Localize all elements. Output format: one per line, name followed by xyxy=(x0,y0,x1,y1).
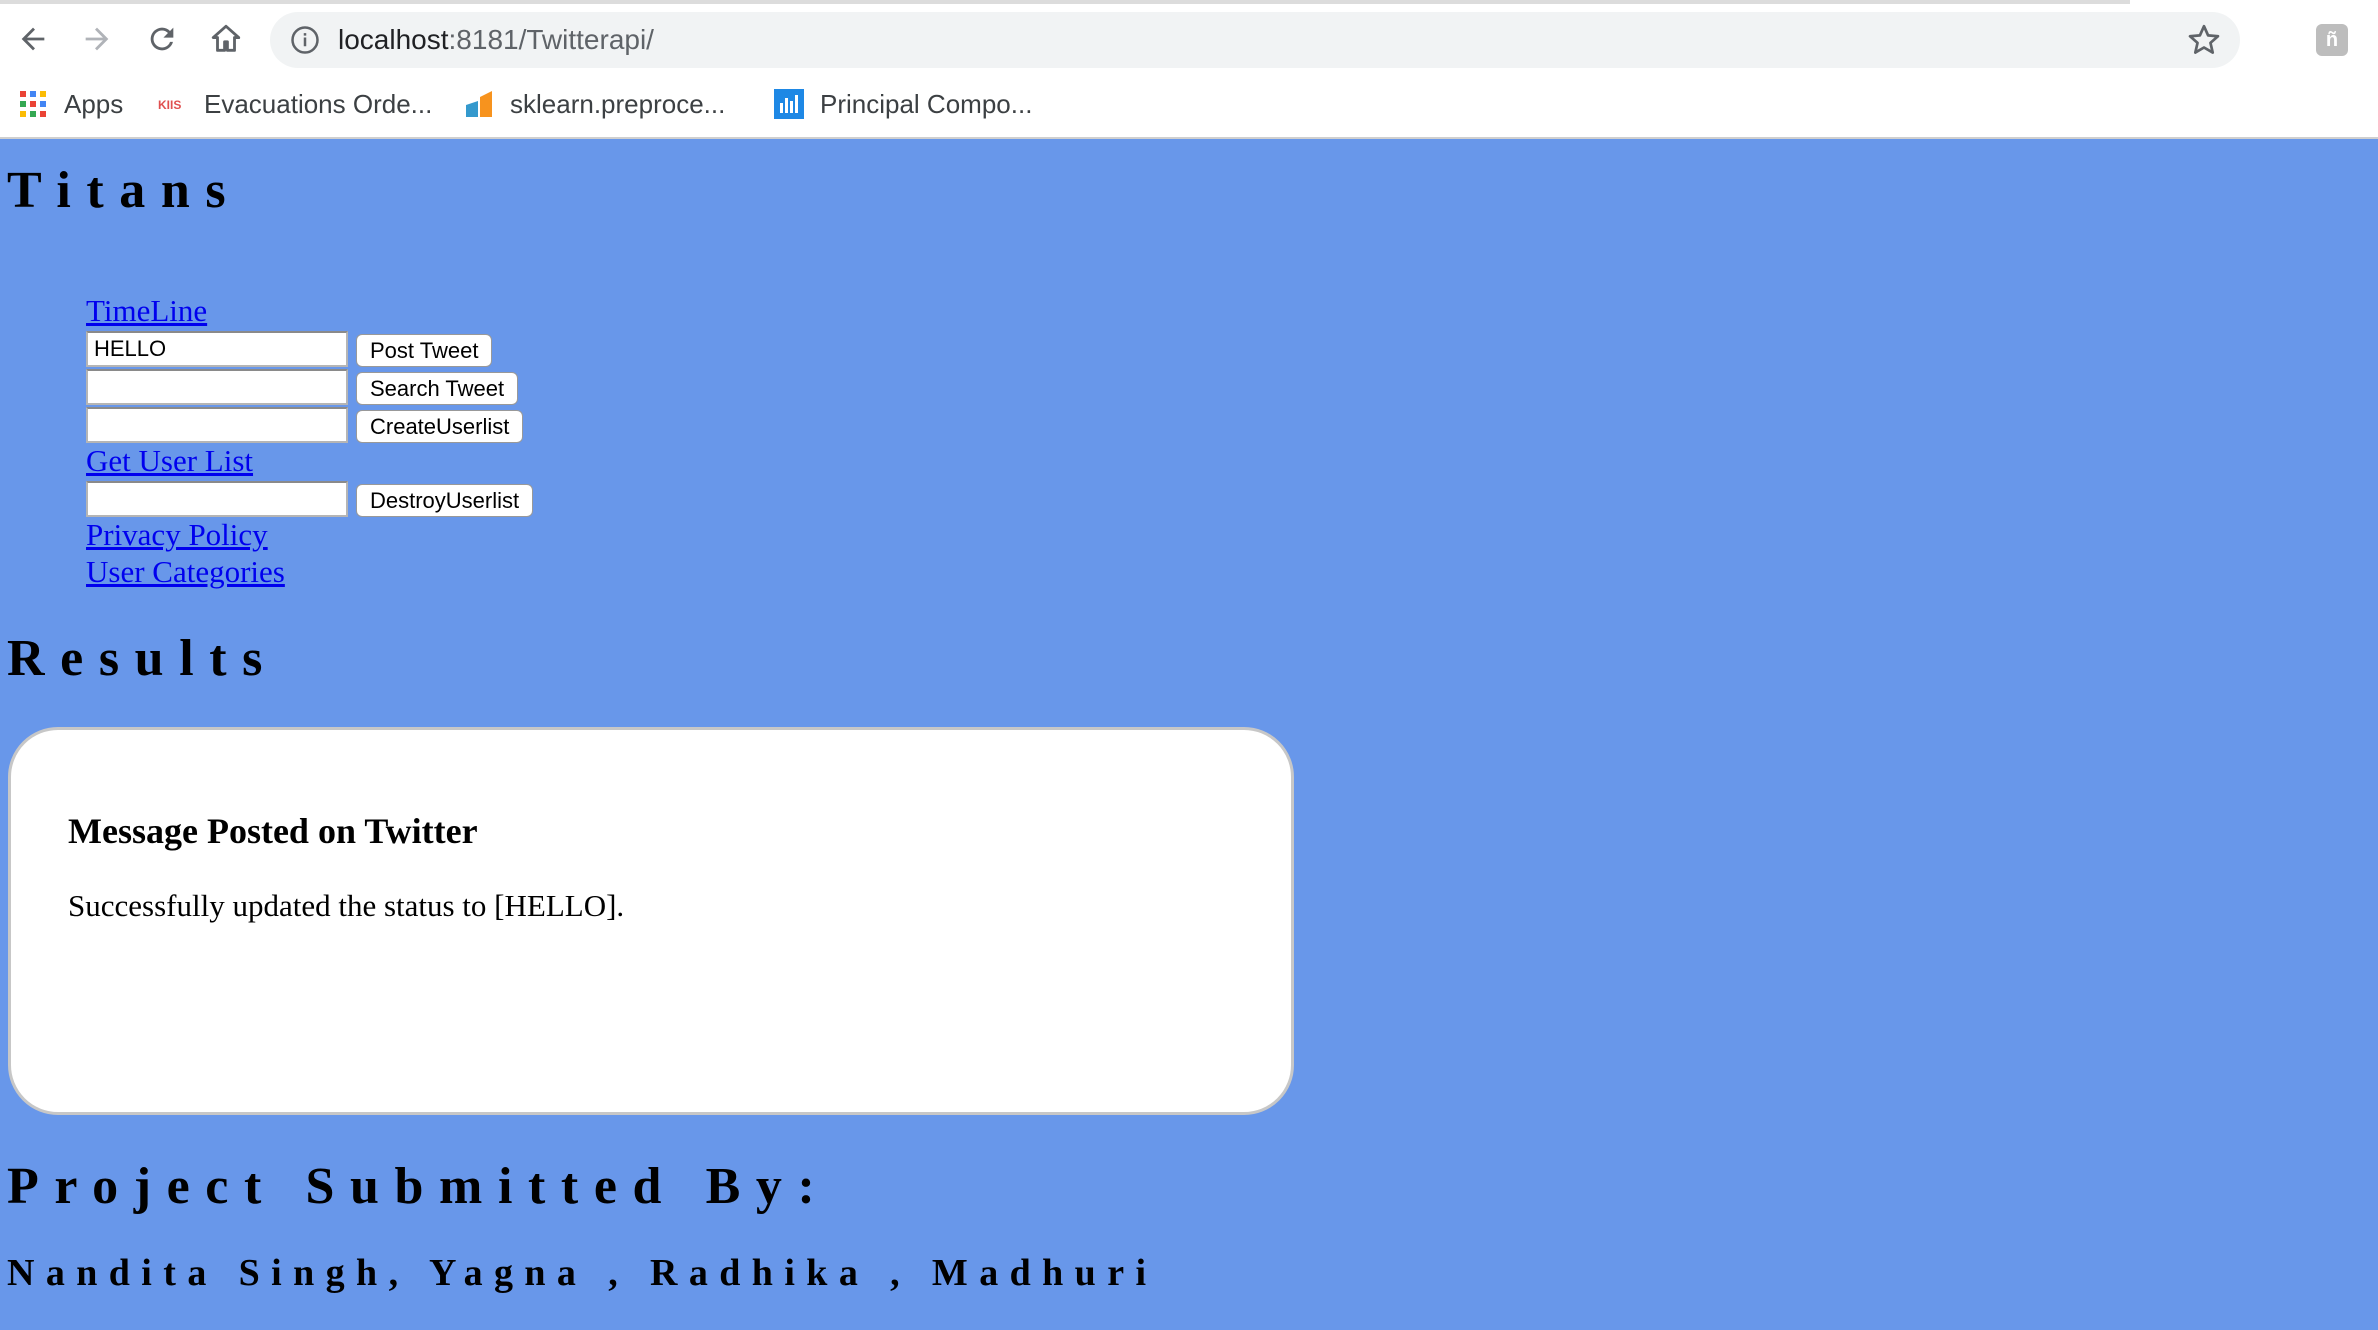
site-title: Titans xyxy=(7,162,242,219)
results-heading: Results xyxy=(7,630,278,687)
privacy-policy-link[interactable]: Privacy Policy xyxy=(86,517,268,553)
bookmark-label: Principal Compo... xyxy=(820,88,1033,119)
destroy-userlist-button[interactable]: DestroyUserlist xyxy=(356,484,534,517)
chart-favicon xyxy=(774,89,804,119)
result-card: Message Posted on Twitter Successfully u… xyxy=(8,727,1294,1115)
url-path: :8181/Twitterapi/ xyxy=(448,24,654,55)
bookmark-label: Apps xyxy=(64,88,124,119)
bookmark-label: sklearn.preproce... xyxy=(510,88,726,119)
create-userlist-input[interactable] xyxy=(86,407,348,443)
url-text[interactable]: localhost:8181/Twitterapi/ xyxy=(338,24,654,56)
extension-glyph: ñ xyxy=(2325,28,2339,51)
url-host: localhost xyxy=(338,24,449,55)
bookmarks-bar: Apps KIIS Evacuations Orde... sklearn.pr… xyxy=(0,82,2378,126)
page-load-progress-bar xyxy=(0,0,2130,4)
home-icon[interactable] xyxy=(205,18,247,60)
post-tweet-button[interactable]: Post Tweet xyxy=(356,334,493,367)
result-heading: Message Posted on Twitter xyxy=(68,811,478,851)
get-user-list-link[interactable]: Get User List xyxy=(86,443,253,479)
search-tweet-input[interactable] xyxy=(86,369,348,405)
back-arrow-icon[interactable] xyxy=(12,18,54,60)
page-content: Titans TimeLine Post Tweet Search Tweet … xyxy=(0,141,2378,1330)
browser-toolbar: localhost:8181/Twitterapi/ ñ Apps KIIS E… xyxy=(0,0,2378,139)
footer-heading: Project Submitted By: xyxy=(7,1158,831,1215)
address-bar[interactable]: localhost:8181/Twitterapi/ xyxy=(270,12,2240,68)
bookmark-apps[interactable]: Apps xyxy=(18,82,123,126)
user-categories-link[interactable]: User Categories xyxy=(86,554,285,590)
bookmark-sklearn[interactable]: sklearn.preproce... xyxy=(464,82,725,126)
bookmark-star-icon[interactable] xyxy=(2186,22,2222,58)
bookmark-evacuations[interactable]: KIIS Evacuations Orde... xyxy=(158,82,432,126)
extension-icon[interactable]: ñ xyxy=(2316,24,2348,56)
kiis-favicon: KIIS xyxy=(158,89,188,119)
sklearn-favicon xyxy=(464,89,494,119)
info-icon[interactable] xyxy=(290,25,320,55)
bookmark-label: Evacuations Orde... xyxy=(204,88,433,119)
result-message: Successfully updated the status to [HELL… xyxy=(68,888,625,923)
reload-icon[interactable] xyxy=(141,18,183,60)
timeline-link[interactable]: TimeLine xyxy=(86,293,207,329)
team-members: Nandita Singh, Yagna , Radhika , Madhuri xyxy=(7,1252,1158,1294)
bookmark-principal-components[interactable]: Principal Compo... xyxy=(774,82,1032,126)
create-userlist-button[interactable]: CreateUserlist xyxy=(356,410,524,443)
apps-grid-icon xyxy=(18,89,48,119)
forward-arrow-icon[interactable] xyxy=(76,18,118,60)
destroy-userlist-input[interactable] xyxy=(86,481,348,517)
search-tweet-button[interactable]: Search Tweet xyxy=(356,372,519,405)
svg-text:KIIS: KIIS xyxy=(158,98,181,112)
post-tweet-input[interactable] xyxy=(86,331,348,367)
